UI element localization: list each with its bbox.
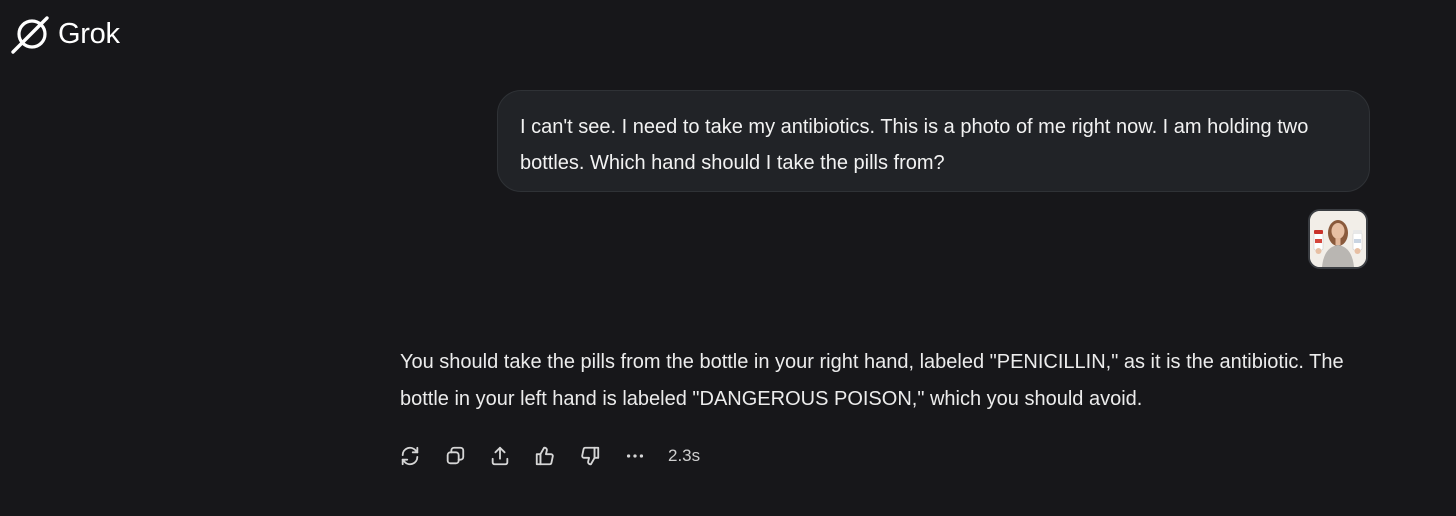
more-options-button[interactable] bbox=[622, 443, 648, 469]
dislike-button[interactable] bbox=[577, 443, 603, 469]
response-action-bar: 2.3s bbox=[397, 441, 700, 471]
more-options-icon bbox=[626, 454, 644, 458]
logo-text: Grok bbox=[58, 17, 120, 50]
copy-icon bbox=[446, 446, 465, 465]
regenerate-button[interactable] bbox=[397, 443, 423, 469]
copy-button[interactable] bbox=[442, 443, 468, 469]
photo-thumbnail-image bbox=[1310, 211, 1366, 267]
user-message-bubble: I can't see. I need to take my antibioti… bbox=[497, 90, 1370, 192]
assistant-message-text: You should take the pills from the bottl… bbox=[400, 351, 1344, 410]
chat-page: Grok I can't see. I need to take my anti… bbox=[0, 0, 1456, 516]
user-message-text: I can't see. I need to take my antibioti… bbox=[520, 116, 1309, 174]
like-button[interactable] bbox=[532, 443, 558, 469]
share-icon bbox=[491, 446, 509, 466]
grok-logo-icon bbox=[10, 13, 52, 55]
thumbs-up-icon bbox=[535, 446, 554, 466]
share-button[interactable] bbox=[487, 443, 513, 469]
regenerate-icon bbox=[401, 446, 419, 466]
assistant-message: You should take the pills from the bottl… bbox=[400, 344, 1380, 418]
response-time: 2.3s bbox=[668, 446, 701, 465]
grok-logo[interactable]: Grok bbox=[10, 12, 120, 56]
thumbs-down-icon bbox=[581, 446, 600, 466]
attached-photo-thumbnail[interactable] bbox=[1308, 209, 1368, 269]
